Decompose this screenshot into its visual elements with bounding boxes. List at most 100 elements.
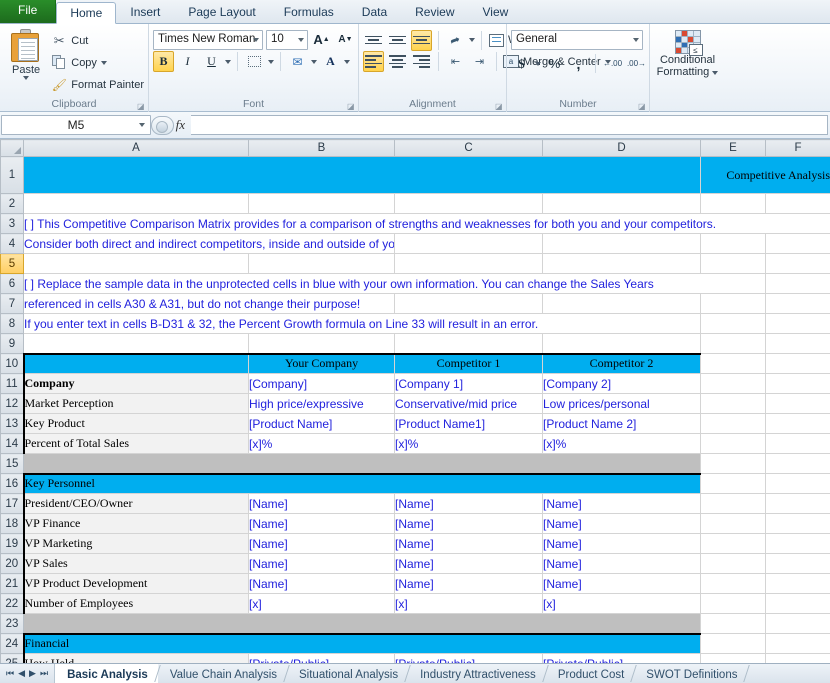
ribbon-tab-file[interactable]: File (0, 0, 57, 23)
cell[interactable] (765, 513, 830, 534)
row-header[interactable]: 21 (0, 573, 24, 594)
align-middle-button[interactable] (387, 30, 408, 51)
font-name-caret[interactable] (253, 37, 259, 42)
cell-value[interactable]: [x]% (248, 433, 395, 454)
underline-dropdown-caret[interactable] (225, 59, 231, 64)
cell-label-vp-sales[interactable]: VP Sales (22, 553, 249, 574)
row-header[interactable]: 3 (0, 213, 24, 234)
sheet-tab-product-cost[interactable]: Product Cost (546, 664, 634, 683)
cell[interactable] (765, 613, 830, 634)
column-header-c[interactable]: C (394, 139, 543, 157)
cell[interactable] (23, 253, 249, 274)
cell-value[interactable]: [Name] (248, 533, 395, 554)
cell[interactable] (700, 473, 766, 494)
cell-label-percent-total-sales[interactable]: Percent of Total Sales (22, 433, 249, 454)
cell[interactable] (23, 193, 249, 214)
row-header[interactable]: 18 (0, 513, 24, 534)
cell[interactable] (542, 253, 701, 274)
align-left-button[interactable] (363, 51, 384, 72)
fill-color-caret[interactable] (311, 59, 317, 64)
currency-button[interactable]: $ (511, 53, 532, 74)
cell-value[interactable]: [Company 1] (394, 373, 543, 394)
next-sheet-button[interactable]: ▶ (29, 669, 36, 678)
cell-note-row3[interactable]: [ ] This Competitive Comparison Matrix p… (23, 213, 830, 234)
cell-value[interactable]: [Name] (248, 553, 395, 574)
font-name-input[interactable]: Times New Roman (153, 29, 263, 50)
cell-label-company[interactable]: Company (22, 373, 249, 394)
cell[interactable] (765, 593, 830, 614)
ribbon-tab-home[interactable]: Home (56, 2, 117, 24)
cell[interactable] (700, 193, 766, 214)
cell[interactable] (248, 193, 395, 214)
cell[interactable] (700, 573, 766, 594)
cell[interactable] (394, 293, 543, 314)
cell[interactable] (700, 413, 766, 434)
cell-value[interactable]: [Name] (394, 573, 543, 594)
conditional-formatting-caret[interactable] (712, 71, 719, 75)
align-bottom-button[interactable] (411, 29, 432, 51)
cell-label-vp-marketing[interactable]: VP Marketing (22, 533, 249, 554)
font-color-button[interactable]: A (320, 51, 341, 72)
cell[interactable] (765, 393, 830, 414)
cell-header-your-company[interactable]: Your Company (248, 352, 395, 374)
cell-value[interactable]: [Company] (248, 373, 395, 394)
row-header[interactable]: 1 (0, 156, 24, 194)
cell-title[interactable]: Competitive Analysis (700, 156, 830, 194)
grow-font-button[interactable]: A ▲ (311, 29, 332, 50)
cell[interactable] (700, 333, 766, 354)
cell-value[interactable]: [Product Name1] (394, 413, 543, 434)
cell-value[interactable]: [x] (542, 593, 701, 614)
cell-label-number-of-employees[interactable]: Number of Employees (22, 593, 249, 614)
cell-value[interactable]: [x]% (394, 433, 543, 454)
row-header[interactable]: 8 (0, 313, 24, 334)
cell[interactable] (542, 333, 701, 354)
cell-a1-merged[interactable] (23, 156, 701, 194)
cell[interactable] (700, 293, 766, 314)
row-header[interactable]: 11 (0, 373, 24, 394)
cell-value[interactable]: [Name] (542, 513, 701, 534)
formula-input[interactable] (191, 115, 828, 135)
column-header-f[interactable]: F (765, 139, 830, 157)
ribbon-tab-insert[interactable]: Insert (116, 1, 174, 23)
cell[interactable] (700, 533, 766, 554)
paste-button[interactable]: Paste (4, 27, 48, 80)
cell[interactable] (700, 233, 766, 254)
ribbon-tab-review[interactable]: Review (401, 1, 468, 23)
cell-value[interactable]: [Name] (248, 493, 395, 514)
cell[interactable] (542, 293, 701, 314)
cell[interactable] (394, 233, 543, 254)
cell[interactable] (765, 473, 830, 494)
row-header[interactable]: 9 (0, 333, 24, 354)
copy-dropdown-caret[interactable] (100, 60, 107, 65)
cell-note-row4[interactable]: Consider both direct and indirect compet… (23, 233, 395, 254)
conditional-formatting-button[interactable]: ≤ Conditional Formatting (652, 27, 724, 78)
cell-value[interactable]: [Name] (394, 553, 543, 574)
prev-sheet-button[interactable]: ◀ (18, 669, 25, 678)
cell[interactable] (765, 193, 830, 214)
cell[interactable] (765, 493, 830, 514)
cell-section-key-personnel[interactable]: Key Personnel (22, 472, 701, 494)
cell-a10[interactable] (22, 352, 249, 374)
borders-dropdown-caret[interactable] (268, 59, 274, 64)
cell-value[interactable]: [Name] (394, 513, 543, 534)
row-header[interactable]: 14 (0, 433, 24, 454)
cell[interactable] (248, 253, 395, 274)
copy-button[interactable]: Copy (51, 53, 144, 72)
underline-button[interactable]: U (201, 51, 222, 72)
cell[interactable] (700, 613, 766, 634)
cell[interactable] (700, 633, 766, 654)
orientation-caret[interactable] (469, 38, 475, 42)
row-header[interactable]: 7 (0, 293, 24, 314)
align-right-button[interactable] (411, 51, 432, 72)
cell[interactable] (700, 453, 766, 474)
row-header[interactable]: 20 (0, 553, 24, 574)
row-header[interactable]: 16 (0, 473, 24, 494)
font-size-caret[interactable] (298, 37, 304, 42)
cell-value[interactable]: [Company 2] (542, 373, 701, 394)
cell-note-row7[interactable]: referenced in cells A30 & A31, but do no… (23, 293, 395, 314)
row-header[interactable]: 13 (0, 413, 24, 434)
cell-value[interactable]: [Name] (248, 513, 395, 534)
row-header[interactable]: 4 (0, 233, 24, 254)
name-box[interactable]: M5 (1, 115, 151, 135)
cell-value[interactable]: [x]% (542, 433, 701, 454)
